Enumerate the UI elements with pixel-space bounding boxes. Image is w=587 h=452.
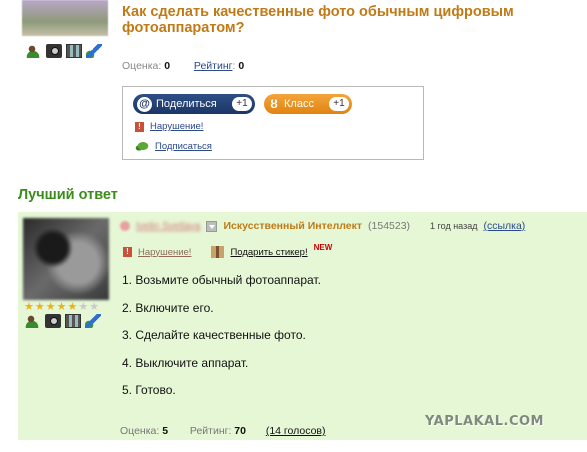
author-name-link[interactable]: Ivelin Svetlaya [136,221,200,232]
author-rank: Искусственный Интеллект [223,220,363,232]
film-icon[interactable] [66,44,82,58]
answer-step: 4. Выключите аппарат. [122,355,249,370]
share-mail-label: Поделиться [156,98,217,110]
answer-permalink[interactable]: (ссылка) [483,220,525,232]
camera-icon[interactable] [45,314,61,328]
answer-actions: ! Нарушение! Подарить стикер! NEW [123,242,333,258]
question-title: Как сделать качественные фото обычным ци… [122,4,514,36]
share-box: @ Поделиться +1 ȣ Класс +1 ! Нарушение! … [122,86,424,160]
answer-step: 2. Включите его. [122,300,214,315]
star-icon: ★ [45,301,56,313]
new-badge: NEW [313,242,333,252]
share-ok-counter: +1 [329,97,349,111]
page: Как сделать качественные фото обычным ци… [0,0,587,452]
report-question-link[interactable]: Нарушение! [150,121,203,132]
star-empty-icon: ★ [78,301,89,313]
rating-link[interactable]: Рейтинг [194,60,233,72]
pen-icon[interactable] [86,44,102,58]
user-icon[interactable] [26,44,42,58]
answer-step: 5. Готово. [122,383,176,397]
camera-icon[interactable] [46,44,62,58]
author-points: (154523) [368,220,411,232]
answer-author-avatar[interactable] [23,218,109,300]
user-icon[interactable] [25,314,41,328]
best-answer-panel: ★ ★ ★ ★ ★ ★ ★ Ivelin Svetlaya Искусствен… [18,212,587,440]
answer-meta: Ivelin Svetlaya Искусственный Интеллект … [120,220,580,232]
pen-icon[interactable] [85,314,101,328]
share-ok-button[interactable]: ȣ Класс +1 [264,94,352,114]
star-icon: ★ [67,301,78,313]
status-dot-icon [120,221,130,231]
warning-icon: ! [123,247,132,257]
warning-icon: ! [135,121,144,132]
report-question-row: ! Нарушение! [135,121,203,132]
author-stars: ★ ★ ★ ★ ★ ★ ★ [24,302,99,313]
share-mail-button[interactable]: @ Поделиться +1 [133,94,255,114]
leaf-icon [135,140,149,152]
score-value: 0 [164,60,171,72]
answer-step: 1. Возьмите обычный фотоаппарат. [122,273,321,287]
star-empty-icon: ★ [89,301,100,313]
question-author-avatar[interactable] [22,0,108,36]
film-icon[interactable] [65,314,81,328]
gift-icon [211,246,225,258]
question-author-icons [26,44,102,58]
rating-value: 0 [238,60,245,72]
answer-time: 1 год назад [430,221,478,231]
score-label: Оценка: [122,60,162,72]
star-icon: ★ [34,301,45,313]
share-ok-label: Класс [284,98,314,110]
answer-score-value: 5 [162,425,169,437]
answer-rating-value: 70 [234,425,246,437]
answer-score-label: Оценка: [120,425,160,437]
at-icon: @ [137,96,152,112]
answer-step: 3. Сделайте качественные фото. [122,328,306,342]
best-answer-header: Лучший ответ [18,187,118,203]
star-icon: ★ [56,301,67,313]
chevron-down-icon[interactable] [206,220,218,232]
answer-rating-label: Рейтинг: [189,425,232,437]
subscribe-link[interactable]: Подписаться [155,141,212,152]
answer-author-icons [25,314,101,328]
star-icon: ★ [24,301,34,313]
question-stats: Оценка: 0 Рейтинг: 0 [122,60,245,72]
answer-stats: Оценка: 5 Рейтинг: 70 (14 голосов) [120,425,326,437]
report-answer-link[interactable]: Нарушение! [138,247,191,258]
answer-steps: 1. Возьмите обычный фотоаппарат. 2. Вклю… [122,273,321,411]
subscribe-row: Подписаться [135,140,212,152]
odnoklassniki-icon: ȣ [270,97,278,111]
gift-sticker-link[interactable]: Подарить стикер! [230,247,307,258]
share-mail-counter: +1 [232,97,252,111]
watermark-logo: YAPLAKAL.COM [425,414,544,429]
votes-link[interactable]: (14 голосов) [266,425,326,437]
